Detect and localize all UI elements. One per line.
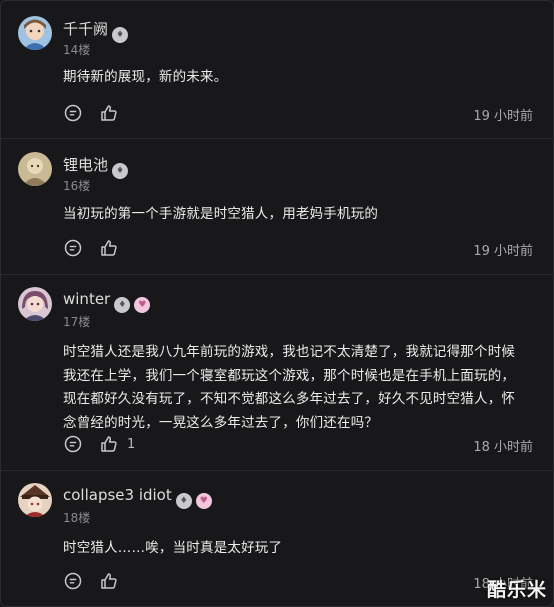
level-badge-icon: ♦ — [175, 493, 192, 509]
like-button[interactable] — [99, 238, 127, 258]
author-name[interactable]: 锂电池 ♦ — [63, 154, 129, 179]
reply-button[interactable] — [63, 103, 83, 123]
comment-bubble-icon — [63, 103, 83, 123]
fan-badge-icon: ♥ — [134, 297, 151, 313]
comment-bubble-icon — [63, 238, 83, 258]
timestamp: 19 小时前 — [473, 109, 533, 124]
author-name-text: 千千阙 — [63, 20, 109, 38]
reply-button[interactable] — [63, 434, 83, 454]
floor-number: 14楼 — [63, 43, 91, 57]
divider — [1, 138, 553, 139]
author-name-text: winter — [63, 290, 111, 308]
level-badge-icon: ♦ — [112, 163, 129, 179]
thumbs-up-icon — [99, 571, 119, 591]
timestamp: 19 小时前 — [473, 244, 533, 259]
avatar[interactable] — [18, 287, 52, 321]
reply-button[interactable] — [63, 571, 83, 591]
like-count: 1 — [127, 436, 136, 452]
divider — [1, 470, 553, 471]
avatar[interactable] — [18, 16, 52, 50]
comment-actions: 1 — [63, 433, 135, 455]
floor-number: 18楼 — [63, 511, 91, 525]
like-button[interactable] — [99, 103, 127, 123]
comment-text: 时空猎人……唉，当时真是太好玩了 — [63, 540, 283, 556]
thumbs-up-icon — [99, 434, 119, 454]
reply-button[interactable] — [63, 238, 83, 258]
author-name[interactable]: winter ♦ ♥ — [63, 290, 151, 313]
comment-actions — [63, 237, 127, 259]
thumbs-up-icon — [99, 238, 119, 258]
level-badge-icon: ♦ — [114, 297, 131, 313]
comment-actions — [63, 570, 127, 592]
floor-number: 16楼 — [63, 179, 91, 193]
comment-list: 千千阙 ♦ 14楼 期待新的展现，新的未来。 19 小时前 锂电池 ♦ 16楼 … — [0, 0, 554, 607]
comment-text: 时空猎人还是我八九年前玩的游戏，我也记不太清楚了，我就记得那个时候我还在上学，我… — [63, 344, 516, 431]
floor-number: 17楼 — [63, 315, 91, 329]
author-name[interactable]: collapse3 idiot ♦ ♥ — [63, 486, 212, 509]
comment-bubble-icon — [63, 571, 83, 591]
author-name[interactable]: 千千阙 ♦ — [63, 18, 129, 43]
comment-text: 期待新的展现，新的未来。 — [63, 69, 228, 85]
author-name-text: collapse3 idiot — [63, 486, 172, 504]
comment-bubble-icon — [63, 434, 83, 454]
like-button[interactable]: 1 — [99, 434, 135, 454]
avatar[interactable] — [18, 483, 52, 517]
level-badge-icon: ♦ — [112, 27, 129, 43]
thumbs-up-icon — [99, 103, 119, 123]
author-name-text: 锂电池 — [63, 156, 109, 174]
comment-text: 当初玩的第一个手游就是时空猎人，用老妈手机玩的 — [63, 206, 379, 222]
fan-badge-icon: ♥ — [195, 493, 212, 509]
divider — [1, 274, 553, 275]
avatar[interactable] — [18, 152, 52, 186]
comment-actions — [63, 102, 127, 124]
watermark-logo: 酷乐米 — [486, 579, 547, 601]
timestamp: 18 小时前 — [473, 440, 533, 455]
like-button[interactable] — [99, 571, 127, 591]
